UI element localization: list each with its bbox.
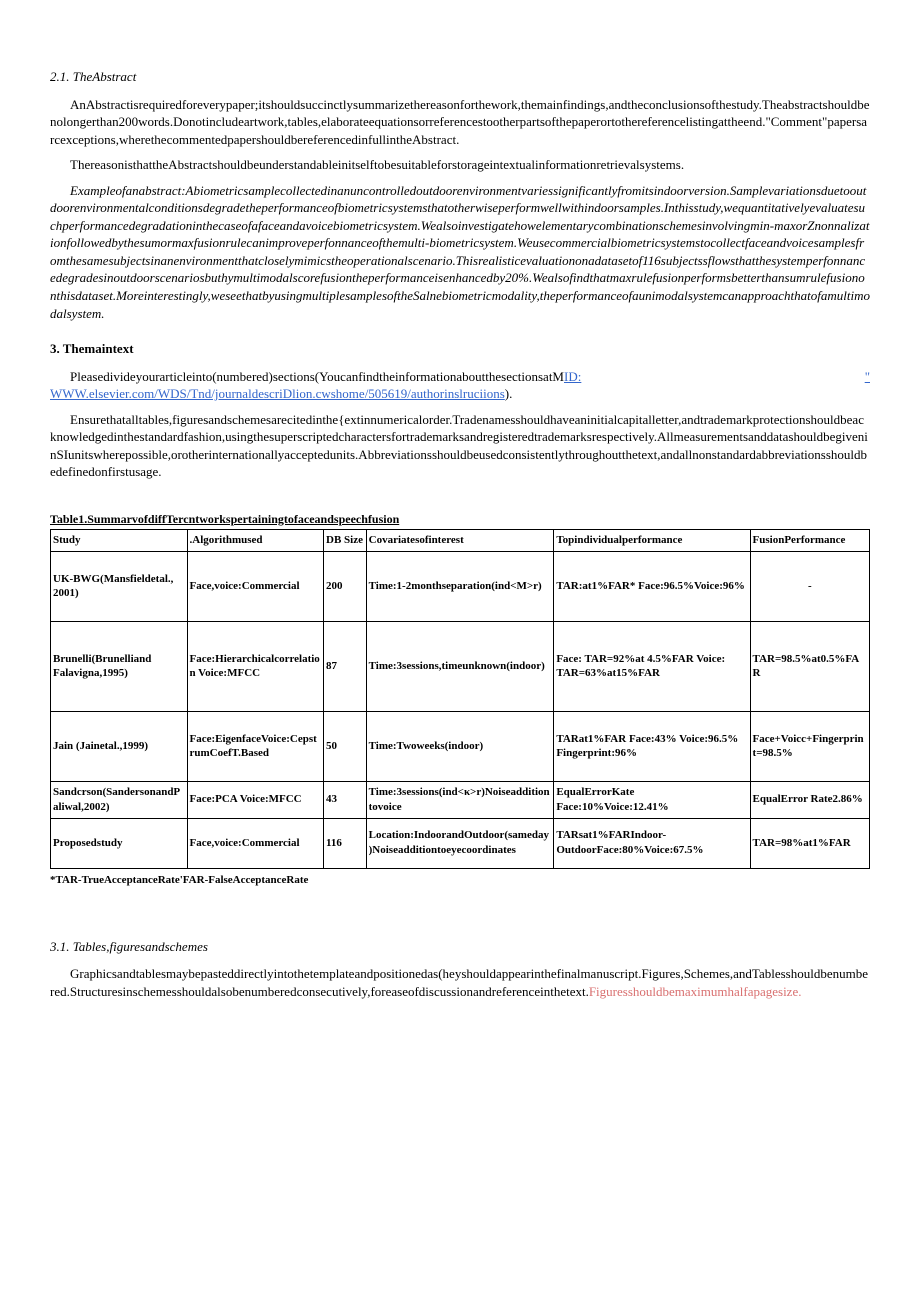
th-top-perf: Topindividualperformance bbox=[554, 530, 750, 552]
quote-mark: " bbox=[845, 368, 870, 386]
cell-fus: EqualError Rate2.86% bbox=[750, 781, 869, 818]
tables-figures-p1: Graphicsandtablesmaybepasteddirectlyinto… bbox=[50, 965, 870, 1000]
cell-algo: Face,voice:Commercial bbox=[187, 551, 324, 621]
figure-size-note: Figuresshouldbemaximumhalfapagesize. bbox=[589, 984, 802, 999]
cell-top: TAR:at1%FAR* Face:96.5%Voice:96% bbox=[554, 551, 750, 621]
cell-top: Face: TAR=92%at 4.5%FAR Voice: TAR=63%at… bbox=[554, 621, 750, 711]
table-row: Brunelli(Brunelliand Falavigna,1995)Face… bbox=[51, 621, 870, 711]
abstract-example: Exampleofanabstract:Abiometricsamplecoll… bbox=[50, 182, 870, 322]
cell-study: Jain (Jainetal.,1999) bbox=[51, 711, 188, 781]
maintext-p2: Ensurethatalltables,figuresandschemesare… bbox=[50, 411, 870, 481]
cell-cov: Time:1-2monthseparation(ind<M>r) bbox=[366, 551, 554, 621]
cell-top: TARsat1%FARIndoor-OutdoorFace:80%Voice:6… bbox=[554, 818, 750, 868]
table-row: Sandcrson(SandersonandPaliwal,2002)Face:… bbox=[51, 781, 870, 818]
cell-algo: Face,voice:Commercial bbox=[187, 818, 324, 868]
cell-fus: Face+Voicc+Fingerprint=98.5% bbox=[750, 711, 869, 781]
cell-study: UK-BWG(Mansfieldetal., 2001) bbox=[51, 551, 188, 621]
cell-fus: - bbox=[750, 551, 869, 621]
cell-fus: TAR=98%at1%FAR bbox=[750, 818, 869, 868]
maintext-p1-text-b: ). bbox=[505, 386, 513, 401]
maintext-p1-text-a: Pleasedivideyourarticleinto(numbered)sec… bbox=[70, 369, 564, 384]
cell-cov: Time:3sessions,timeunknown(indoor) bbox=[366, 621, 554, 711]
section-3-heading: 3. Themaintext bbox=[50, 340, 870, 358]
cell-study: Proposedstudy bbox=[51, 818, 188, 868]
cell-cov: Time:Twoweeks(indoor) bbox=[366, 711, 554, 781]
cell-fus: TAR=98.5%at0.5%FAR bbox=[750, 621, 869, 711]
table-header-row: Study .Algorithmused DB Size Covariateso… bbox=[51, 530, 870, 552]
cell-algo: Face:PCA Voice:MFCC bbox=[187, 781, 324, 818]
cell-db: 116 bbox=[324, 818, 367, 868]
th-db-size: DB Size bbox=[324, 530, 367, 552]
cell-cov: Location:IndoorandOutdoor(sameday)Noisea… bbox=[366, 818, 554, 868]
abstract-reason: ThereasonisthattheAbstractshouldbeunders… bbox=[50, 156, 870, 174]
th-algorithm: .Algorithmused bbox=[187, 530, 324, 552]
cell-db: 200 bbox=[324, 551, 367, 621]
cell-study: Sandcrson(SandersonandPaliwal,2002) bbox=[51, 781, 188, 818]
table-row: UK-BWG(Mansfieldetal., 2001)Face,voice:C… bbox=[51, 551, 870, 621]
table-1: Study .Algorithmused DB Size Covariateso… bbox=[50, 529, 870, 869]
cell-algo: Face:Hierarchicalcorrelation Voice:MFCC bbox=[187, 621, 324, 711]
cell-db: 87 bbox=[324, 621, 367, 711]
table-1-caption: Table1.SummarvofdiffTercntworkspertainin… bbox=[50, 511, 870, 527]
cell-top: EqualErrorKate Face:10%Voice:12.41% bbox=[554, 781, 750, 818]
th-study: Study bbox=[51, 530, 188, 552]
cell-db: 43 bbox=[324, 781, 367, 818]
table-row: ProposedstudyFace,voice:Commercial116Loc… bbox=[51, 818, 870, 868]
th-fusion-perf: FusionPerformance bbox=[750, 530, 869, 552]
table-row: Jain (Jainetal.,1999)Face:EigenfaceVoice… bbox=[51, 711, 870, 781]
maintext-p1: Pleasedivideyourarticleinto(numbered)sec… bbox=[50, 368, 870, 403]
cell-top: TARat1%FAR Face:43% Voice:96.5% Fingerpr… bbox=[554, 711, 750, 781]
section-3-1-heading: 3.1. Tables,figuresandschemes bbox=[50, 938, 870, 956]
cell-study: Brunelli(Brunelliand Falavigna,1995) bbox=[51, 621, 188, 711]
section-2-1-heading: 2.1. TheAbstract bbox=[50, 68, 870, 86]
table-1-footnote: *TAR-TrueAcceptanceRate'FAR-FalseAccepta… bbox=[50, 873, 870, 888]
abstract-description: AnAbstractisrequiredforeverypaper;itshou… bbox=[50, 96, 870, 149]
elsevier-link[interactable]: WWW.elsevier.com/WDS/Tnd/journaldescriDl… bbox=[50, 386, 505, 401]
th-covariates: Covariatesofinterest bbox=[366, 530, 554, 552]
cell-cov: Time:3sessions(ind<κ>r)Noiseadditiontovo… bbox=[366, 781, 554, 818]
sections-link[interactable]: ID: bbox=[564, 369, 581, 384]
cell-db: 50 bbox=[324, 711, 367, 781]
cell-algo: Face:EigenfaceVoice:CepstrumCoefT.Based bbox=[187, 711, 324, 781]
